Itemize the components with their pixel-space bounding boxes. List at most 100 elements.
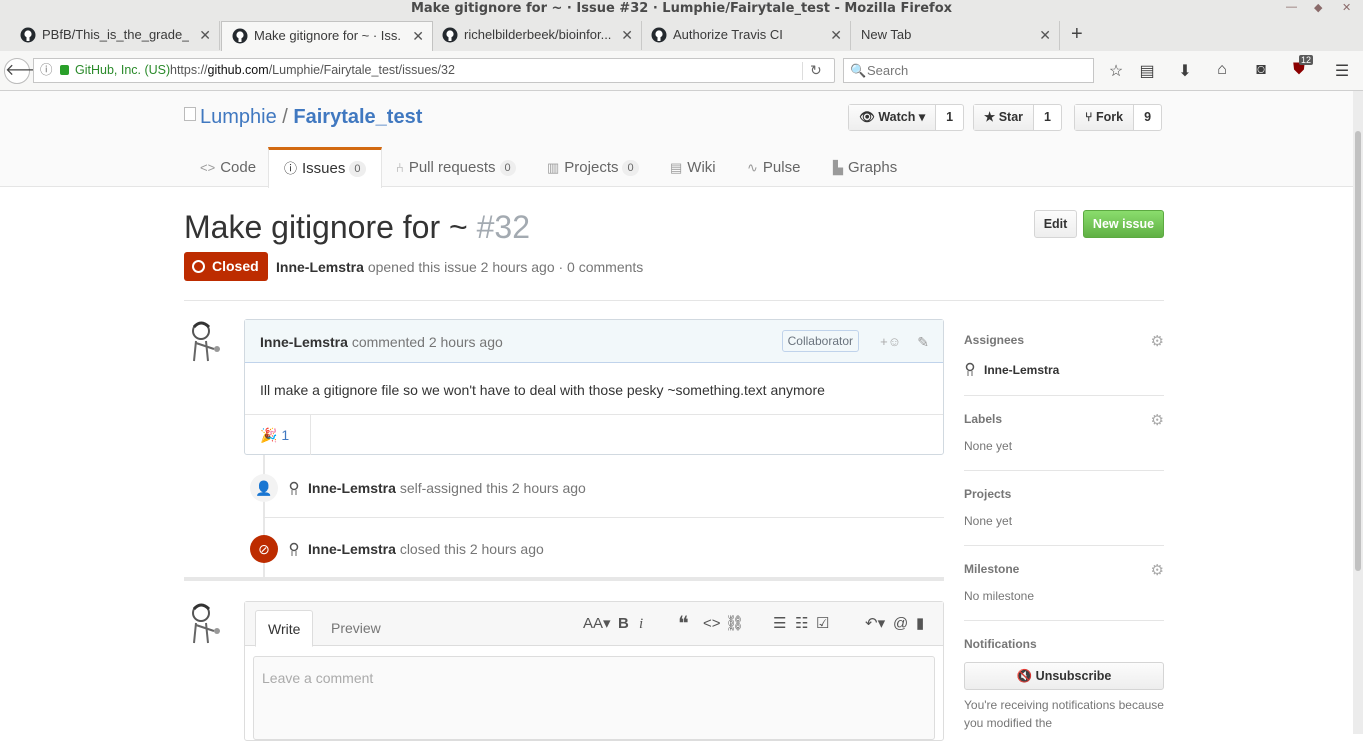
- minimize-icon[interactable]: —: [1286, 1, 1297, 13]
- author-link[interactable]: Inne-Lemstra: [276, 259, 364, 275]
- sidebar-heading: Projects: [964, 487, 1012, 501]
- star-button-group[interactable]: ★ Star 1: [973, 104, 1062, 131]
- browser-tab[interactable]: PBfB/This_is_the_grade_I... ✕: [10, 21, 220, 50]
- unsubscribe-button[interactable]: 🔇 Unsubscribe: [964, 662, 1164, 690]
- italic-icon[interactable]: i: [639, 615, 643, 633]
- write-tab[interactable]: Write: [255, 610, 314, 647]
- gear-icon[interactable]: ⚙: [1151, 411, 1164, 429]
- close-tab-icon[interactable]: ✕: [199, 21, 211, 49]
- star-count[interactable]: 1: [1034, 105, 1061, 130]
- repo-name-link[interactable]: Fairytale_test: [293, 106, 422, 128]
- event-author-link[interactable]: Inne-Lemstra: [308, 541, 396, 557]
- browser-tab[interactable]: New Tab ✕: [850, 21, 1060, 50]
- browser-tab-active[interactable]: Make gitignore for ~ · Iss... ✕: [221, 21, 433, 51]
- assignee[interactable]: Inne-Lemstra: [964, 362, 1059, 377]
- search-icon: 🔍: [850, 63, 867, 78]
- issue-title: Make gitignore for ~ #32: [184, 209, 530, 245]
- extension-badge: 12: [1299, 55, 1314, 65]
- close-tab-icon[interactable]: ✕: [621, 21, 633, 49]
- download-icon[interactable]: ⬇: [1175, 61, 1195, 81]
- pocket-icon[interactable]: ◙: [1251, 61, 1271, 79]
- repo-title: Lumphie / Fairytale_test: [184, 105, 422, 129]
- sidebar-heading: Labels: [964, 412, 1003, 426]
- reload-icon[interactable]: ↻: [810, 59, 822, 82]
- home-icon[interactable]: ⌂: [1212, 61, 1232, 79]
- closed-event-icon: ⊘: [250, 535, 278, 563]
- link-icon[interactable]: ⛓: [725, 615, 744, 633]
- divider: [964, 470, 1164, 471]
- fork-button[interactable]: ⑂ Fork: [1075, 105, 1135, 130]
- gear-icon[interactable]: ⚙: [1151, 561, 1164, 579]
- new-issue-button[interactable]: New issue: [1083, 210, 1164, 238]
- star-button[interactable]: ★ Star: [974, 105, 1035, 130]
- reading-list-icon[interactable]: ▤: [1137, 61, 1157, 81]
- close-tab-icon[interactable]: ✕: [412, 22, 424, 50]
- task-list-icon[interactable]: ☑: [816, 615, 829, 633]
- watch-button-group[interactable]: 👁 Watch ▾ 1: [848, 104, 965, 131]
- reply-icon[interactable]: ↶▾: [865, 615, 885, 633]
- pulse-icon: ∿: [747, 160, 758, 175]
- search-field[interactable]: 🔍 Search: [843, 58, 1094, 83]
- event-author-link[interactable]: Inne-Lemstra: [308, 480, 396, 496]
- browser-tab[interactable]: richelbilderbeek/bioinfor... ✕: [432, 21, 642, 50]
- fork-count[interactable]: 9: [1134, 105, 1161, 130]
- url-bar[interactable]: ⓘ GitHub, Inc. (US) https://github.com/L…: [33, 58, 835, 83]
- browser-tab[interactable]: Authorize Travis CI ✕: [641, 21, 851, 50]
- mini-avatar[interactable]: [288, 542, 302, 556]
- mention-icon[interactable]: @: [893, 615, 908, 633]
- text-size-icon[interactable]: AA▾: [583, 615, 611, 633]
- tab-wiki[interactable]: ▤ Wiki: [670, 147, 716, 187]
- avatar[interactable]: [184, 601, 228, 645]
- bullet-list-icon[interactable]: ☰: [773, 615, 786, 633]
- status-badge: Closed: [184, 252, 268, 281]
- reactions-bar: 🎉 1: [245, 414, 943, 455]
- comment-time[interactable]: commented 2 hours ago: [352, 334, 503, 350]
- bookmark-icon[interactable]: ▮: [916, 615, 924, 633]
- quote-icon[interactable]: ❝: [678, 614, 689, 634]
- watch-button[interactable]: 👁 Watch ▾: [849, 105, 937, 130]
- close-tab-icon[interactable]: ✕: [830, 21, 842, 49]
- mini-avatar[interactable]: [288, 481, 302, 495]
- tab-graphs[interactable]: ▙ Graphs: [833, 147, 897, 187]
- comment-author-link[interactable]: Inne-Lemstra: [260, 334, 348, 350]
- add-reaction-icon[interactable]: +☺: [880, 320, 901, 364]
- tab-issues[interactable]: ⓘ Issues 0: [268, 147, 382, 188]
- bookmark-star-icon[interactable]: ☆: [1106, 61, 1126, 81]
- edit-pencil-icon[interactable]: ✎: [917, 320, 929, 364]
- close-window-icon[interactable]: ✕: [1342, 1, 1351, 14]
- timeline-end: [184, 577, 944, 581]
- url-text: https://github.com/Lumphie/Fairytale_tes…: [170, 63, 455, 77]
- window-title: Make gitignore for ~ · Issue #32 · Lumph…: [410, 1, 953, 16]
- repo-owner-link[interactable]: Lumphie: [200, 106, 277, 128]
- tab-pull-requests[interactable]: ⑃ Pull requests 0: [396, 147, 516, 187]
- lock-icon: [60, 65, 69, 75]
- tab-pulse[interactable]: ∿ Pulse: [747, 147, 800, 187]
- scrollbar-thumb[interactable]: [1355, 131, 1361, 571]
- tab-label: Authorize Travis CI: [673, 27, 783, 42]
- close-tab-icon[interactable]: ✕: [1039, 21, 1051, 49]
- sidebar-heading: Milestone: [964, 562, 1020, 576]
- comment-box: Inne-Lemstra commented 2 hours ago Colla…: [244, 319, 944, 455]
- comment-textarea[interactable]: Leave a comment: [253, 656, 935, 740]
- bold-icon[interactable]: B: [618, 615, 629, 633]
- preview-tab[interactable]: Preview: [319, 610, 393, 647]
- edit-button[interactable]: Edit: [1034, 210, 1077, 238]
- back-button[interactable]: 🡐: [4, 58, 48, 84]
- restore-icon[interactable]: ◆: [1314, 1, 1322, 14]
- numbered-list-icon[interactable]: ☷: [795, 615, 808, 633]
- code-icon[interactable]: <>: [703, 615, 721, 633]
- info-icon[interactable]: ⓘ: [40, 59, 53, 82]
- gear-icon[interactable]: ⚙: [1151, 332, 1164, 350]
- tab-code[interactable]: <> Code: [200, 147, 256, 187]
- avatar[interactable]: [184, 319, 228, 363]
- watch-count[interactable]: 1: [936, 105, 963, 130]
- reaction-hooray[interactable]: 🎉 1: [245, 415, 311, 455]
- menu-icon[interactable]: ☰: [1332, 61, 1352, 81]
- divider: [263, 517, 944, 518]
- repo-icon: [184, 107, 196, 121]
- new-tab-button[interactable]: +: [1071, 21, 1091, 49]
- scrollbar[interactable]: [1353, 91, 1363, 734]
- issue-meta: Inne-Lemstra opened this issue 2 hours a…: [276, 259, 644, 275]
- fork-button-group[interactable]: ⑂ Fork 9: [1074, 104, 1163, 131]
- tab-projects[interactable]: ▥ Projects 0: [547, 147, 639, 187]
